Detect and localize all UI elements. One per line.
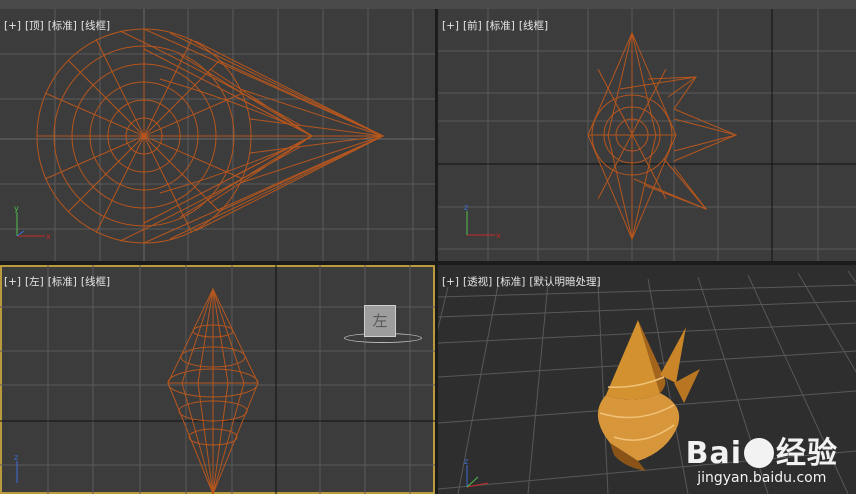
watermark-logo: Bai 经验 bbox=[686, 428, 838, 472]
viewport-view-name[interactable]: [前] bbox=[463, 20, 482, 32]
viewport-view-name[interactable]: [透视] bbox=[463, 276, 492, 288]
wireframe-object-top[interactable] bbox=[36, 28, 385, 244]
viewport-shading-mode[interactable]: [标准] bbox=[48, 276, 77, 288]
baidu-jingyan-watermark: Bai 经验 jingyan.baidu.com bbox=[686, 428, 838, 486]
viewport-top[interactable]: [+] [顶] [标准] [线框] y x bbox=[0, 9, 435, 261]
watermark-brand-right: 经验 bbox=[776, 436, 838, 471]
axis-y-label: y bbox=[14, 204, 19, 213]
axis-x-label: x bbox=[46, 232, 51, 241]
viewport-shading-mode[interactable]: [标准] bbox=[48, 20, 77, 32]
paw-icon bbox=[744, 437, 774, 468]
viewport-menu-plus[interactable]: [+] bbox=[442, 276, 459, 288]
viewport-view-name[interactable]: [顶] bbox=[25, 20, 44, 32]
axis-z-label: z bbox=[14, 453, 18, 462]
viewport-menu-plus[interactable]: [+] bbox=[4, 20, 21, 32]
viewport-front-canvas: z x bbox=[438, 9, 856, 261]
viewport-top-label[interactable]: [+] [顶] [标准] [线框] bbox=[4, 18, 114, 33]
viewport-perspective[interactable]: [+] [透视] [标准] [默认明暗处理] z Bai 经验 jingyan.… bbox=[438, 265, 856, 494]
viewport-menu-plus[interactable]: [+] bbox=[4, 276, 21, 288]
viewport-menu-plus[interactable]: [+] bbox=[442, 20, 459, 32]
viewcube-face-left[interactable]: 左 bbox=[364, 305, 396, 337]
axis-gizmo: z bbox=[464, 457, 489, 488]
watermark-brand-left: Bai bbox=[685, 436, 742, 471]
axis-z-label: z bbox=[464, 203, 468, 212]
viewport-view-name[interactable]: [左] bbox=[25, 276, 44, 288]
viewport-shading-mode[interactable]: [标准] bbox=[496, 276, 525, 288]
viewport-front-label[interactable]: [+] [前] [标准] [线框] bbox=[442, 18, 552, 33]
viewport-top-canvas: y x bbox=[0, 9, 435, 261]
viewport-front[interactable]: [+] [前] [标准] [线框] z x bbox=[438, 9, 856, 261]
viewport-left[interactable]: [+] [左] [标准] [线框] z 左 bbox=[0, 265, 435, 494]
viewport-display-mode[interactable]: [线框] bbox=[519, 20, 548, 32]
wireframe-object-left[interactable] bbox=[167, 287, 259, 494]
viewport-perspective-label[interactable]: [+] [透视] [标准] [默认明暗处理] bbox=[442, 274, 605, 289]
grid bbox=[0, 9, 435, 261]
top-toolbar-strip bbox=[0, 0, 856, 9]
viewcube[interactable]: 左 bbox=[344, 305, 422, 345]
axis-gizmo: z x bbox=[464, 203, 501, 240]
viewport-left-label[interactable]: [+] [左] [标准] [线框] bbox=[4, 274, 114, 289]
axis-gizmo: z bbox=[14, 453, 18, 483]
axis-x-label: x bbox=[496, 231, 501, 240]
viewport-display-mode[interactable]: [线框] bbox=[81, 20, 110, 32]
viewport-left-canvas: z bbox=[0, 265, 435, 494]
viewport-display-mode[interactable]: [默认明暗处理] bbox=[529, 276, 600, 288]
viewport-shading-mode[interactable]: [标准] bbox=[486, 20, 515, 32]
axis-z-label: z bbox=[464, 457, 468, 466]
viewport-display-mode[interactable]: [线框] bbox=[81, 276, 110, 288]
axis-gizmo: y x bbox=[14, 204, 51, 241]
wireframe-object-front[interactable] bbox=[587, 31, 738, 241]
watermark-url: jingyan.baidu.com bbox=[697, 470, 827, 486]
